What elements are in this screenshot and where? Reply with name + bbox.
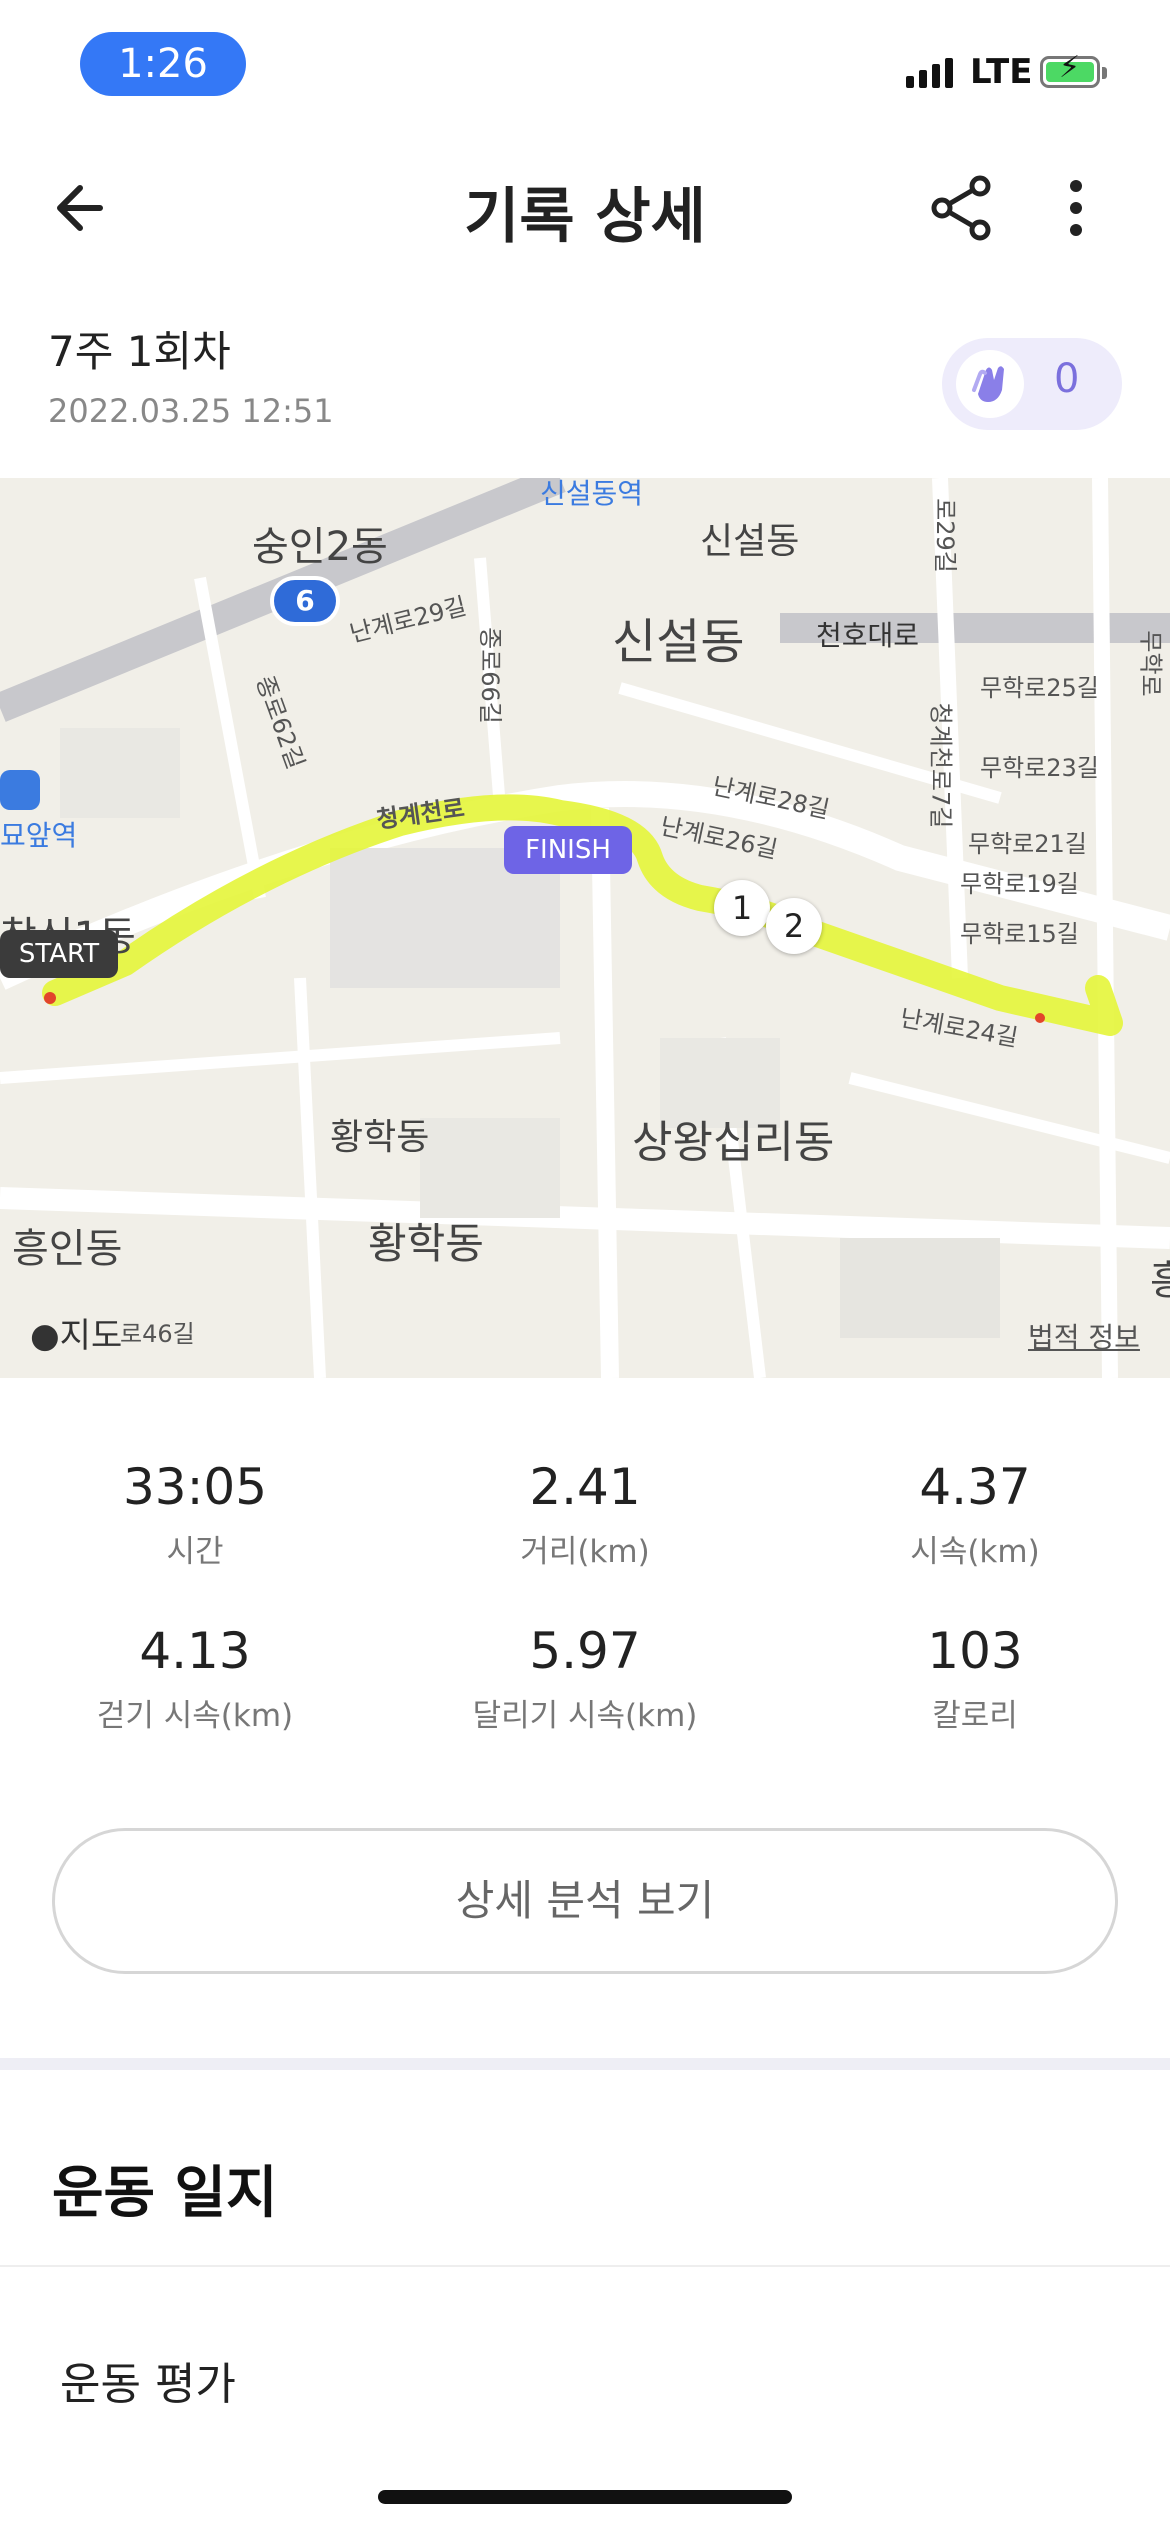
map-label: 흥: [1150, 1258, 1170, 1304]
km-marker: 2: [766, 898, 822, 954]
battery-icon: ⚡: [1040, 53, 1107, 88]
share-button[interactable]: [924, 170, 1000, 246]
app-header: 기록 상세: [0, 140, 1170, 270]
more-vertical-icon: [1070, 180, 1082, 236]
detail-analysis-button[interactable]: 상세 분석 보기: [52, 1828, 1118, 1974]
status-time: 1:26: [80, 32, 246, 96]
stat-label: 시속(km): [910, 1534, 1040, 1570]
network-label: LTE: [970, 52, 1033, 92]
record-datetime: 2022.03.25 12:51: [48, 392, 334, 430]
stat-label: 달리기 시속(km): [472, 1698, 698, 1734]
map-label: 신설동: [700, 521, 800, 562]
clap-count: 0: [1054, 356, 1080, 402]
stat-time: 33:05 시간: [0, 1458, 390, 1571]
journal-title: 운동 일지: [52, 2161, 278, 2226]
map-label: 신설동역: [540, 478, 644, 510]
map-label: 무학로23길: [980, 754, 1099, 782]
status-bar: 1:26 LTE ⚡: [0, 0, 1170, 130]
stat-speed: 4.37 시속(km): [780, 1458, 1170, 1571]
divider: [0, 2265, 1170, 2267]
stat-distance: 2.41 거리(km): [390, 1458, 780, 1571]
share-icon: [931, 175, 991, 241]
stat-value: 4.37: [919, 1458, 1031, 1516]
evaluation-row[interactable]: 운동 평가: [60, 2348, 236, 2412]
map-label: 상왕십리동: [632, 1117, 835, 1168]
stat-label: 시간: [166, 1534, 224, 1570]
maps-logo: ●지도: [30, 1316, 123, 1356]
clap-button[interactable]: 0: [942, 338, 1122, 430]
map-label: 무학로25길: [980, 674, 1099, 702]
map-label: 종로66길: [475, 627, 504, 724]
section-divider: [0, 2058, 1170, 2070]
map-label: 무학로21길: [968, 830, 1087, 858]
map-label: 무학로: [1136, 630, 1165, 697]
clap-icon: [956, 350, 1024, 418]
finish-marker: FINISH: [504, 826, 632, 874]
signal-icon: [906, 58, 953, 88]
map-label: 천호대로: [816, 619, 920, 652]
road-number-badge: 6: [270, 576, 340, 626]
map-label: 숭인2동: [252, 524, 388, 570]
route-map[interactable]: 숭인2동 신설동역 신설동 신설동 천호대로 난계로29길 종로66길 종로62…: [0, 478, 1170, 1378]
map-label: 황학동: [368, 1219, 484, 1268]
more-options-button[interactable]: [1040, 170, 1110, 246]
stat-label: 거리(km): [520, 1534, 650, 1570]
stat-value: 33:05: [122, 1458, 268, 1516]
stat-value: 5.97: [529, 1622, 641, 1680]
record-name: 7주 1회차: [48, 327, 231, 376]
legal-info-link[interactable]: 법적 정보: [1028, 1316, 1140, 1356]
map-label: 청계천로7길: [926, 702, 955, 829]
stat-value: 4.13: [139, 1622, 251, 1680]
map-label: 황학동: [330, 1117, 430, 1158]
stat-calories: 103 칼로리: [780, 1622, 1170, 1735]
stat-value: 2.41: [529, 1458, 641, 1516]
map-label: 무학로15길: [960, 920, 1079, 948]
map-label: 로46길: [120, 1320, 195, 1348]
stat-label: 칼로리: [932, 1698, 1018, 1734]
apple-logo-icon: ●: [30, 1316, 60, 1356]
start-marker: START: [0, 930, 118, 978]
map-label: 신설동: [612, 614, 745, 670]
stat-value: 103: [927, 1622, 1023, 1680]
home-indicator[interactable]: [378, 2490, 792, 2504]
stat-label: 걷기 시속(km): [96, 1698, 294, 1734]
km-marker: 1: [714, 880, 770, 936]
stat-run-speed: 5.97 달리기 시속(km): [390, 1622, 780, 1735]
map-label: 묘앞역: [0, 819, 78, 852]
map-label: 무학로19길: [960, 870, 1079, 898]
map-label: 로29길: [930, 498, 959, 573]
stat-walk-speed: 4.13 걷기 시속(km): [0, 1622, 390, 1735]
map-label: 흥인동: [12, 1226, 123, 1272]
